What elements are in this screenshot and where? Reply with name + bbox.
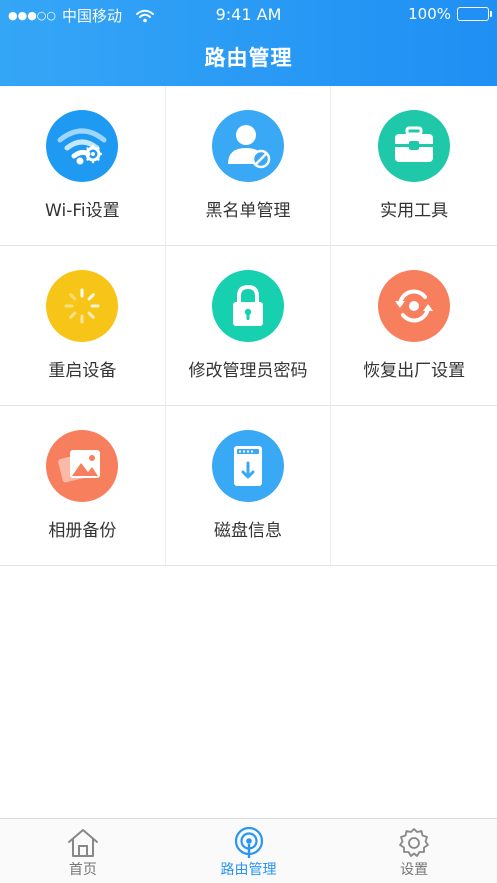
tab-home[interactable]: 首页 (0, 819, 166, 883)
utility-tools-button[interactable]: 实用工具 (331, 86, 497, 246)
screen: ●●●○○ 中国移动 9:41 AM 100% 路由管理 Wi-Fi设置 黑名单… (0, 0, 497, 883)
tab-label: 首页 (68, 862, 97, 878)
tab-settings[interactable]: 设置 (331, 819, 497, 883)
tab-label: 路由管理 (220, 862, 277, 878)
tab-router-management[interactable]: 路由管理 (166, 819, 332, 883)
factory-reset-button[interactable]: 恢复出厂设置 (331, 246, 497, 406)
grid-item-label: 恢复出厂设置 (363, 361, 466, 381)
status-right: 100% (408, 5, 492, 23)
battery-percent: 100% (408, 5, 451, 23)
wifi-settings-button[interactable]: Wi-Fi设置 (0, 86, 166, 246)
battery-icon (457, 7, 492, 21)
grid-item-label: 修改管理员密码 (188, 361, 308, 381)
grid-row: Wi-Fi设置 黑名单管理 实用工具 (0, 86, 497, 246)
gear-icon (397, 827, 431, 859)
tab-bar: 首页 路由管理 设置 (0, 818, 497, 883)
feature-grid: Wi-Fi设置 黑名单管理 实用工具 重启设备 修改管理员密码 恢复出厂设置 相… (0, 86, 497, 566)
tab-label: 设置 (400, 862, 429, 878)
photo-album-icon (46, 430, 119, 502)
restart-spinner-icon (46, 270, 119, 342)
lock-icon (211, 270, 284, 342)
album-backup-button[interactable]: 相册备份 (0, 406, 166, 566)
factory-reset-icon (378, 270, 451, 342)
grid-item-label: 磁盘信息 (213, 521, 282, 541)
grid-item-label: 黑名单管理 (205, 201, 291, 221)
status-bar: ●●●○○ 中国移动 9:41 AM 100% (0, 0, 497, 30)
grid-row: 相册备份 磁盘信息 (0, 406, 497, 566)
grid-item-label: Wi-Fi设置 (45, 201, 120, 221)
router-icon (232, 826, 266, 859)
empty-cell (331, 406, 497, 566)
wifi-settings-icon (46, 110, 119, 182)
grid-item-label: 重启设备 (48, 361, 117, 381)
disk-info-button[interactable]: 磁盘信息 (166, 406, 332, 566)
change-admin-password-button[interactable]: 修改管理员密码 (166, 246, 332, 406)
blocked-user-icon (211, 110, 284, 182)
grid-row: 重启设备 修改管理员密码 恢复出厂设置 (0, 246, 497, 406)
toolbox-icon (378, 110, 451, 182)
page-title: 路由管理 (204, 46, 293, 70)
header: ●●●○○ 中国移动 9:41 AM 100% 路由管理 (0, 0, 497, 86)
grid-item-label: 实用工具 (380, 201, 449, 221)
grid-item-label: 相册备份 (48, 521, 117, 541)
restart-device-button[interactable]: 重启设备 (0, 246, 166, 406)
disk-info-icon (211, 430, 284, 502)
home-icon (66, 827, 100, 859)
blacklist-management-button[interactable]: 黑名单管理 (166, 86, 332, 246)
